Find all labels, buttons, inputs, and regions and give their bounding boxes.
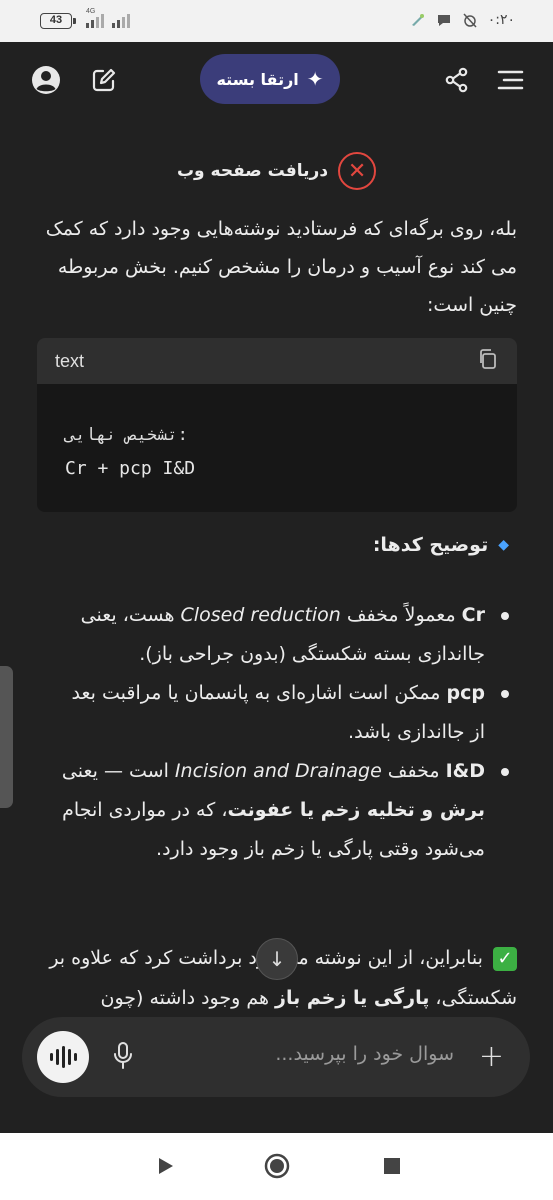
status-left: 43 4G — [40, 8, 130, 29]
message-composer[interactable]: + سوال خود را بپرسید... — [22, 1017, 530, 1097]
code-line-1: تشخیص نهایی: — [65, 425, 188, 445]
conversation[interactable]: ✕ دریافت صفحه وب بله، روی برگه‌ای که فرس… — [0, 118, 553, 1018]
list-item: pcp ممکن است اشاره‌ای به پانسمان یا مراق… — [55, 674, 509, 752]
system-nav-bar — [0, 1133, 553, 1200]
item-text: مخفف — [381, 760, 446, 782]
copy-icon[interactable] — [477, 348, 499, 374]
sparkle-icon: ✦ — [306, 67, 324, 91]
menu-icon[interactable] — [494, 64, 526, 96]
conclusion-bold: پارگی یا زخم باز — [275, 987, 430, 1009]
section-heading: ◆ توضیح کدها: — [373, 534, 509, 556]
home-icon[interactable] — [264, 1153, 290, 1179]
status-bar: 43 4G ۰:۲۰ — [0, 0, 553, 42]
item-text: است — یعنی — [61, 760, 175, 782]
clock: ۰:۲۰ — [487, 12, 515, 28]
recents-icon[interactable] — [379, 1153, 405, 1179]
web-fetch-label: دریافت صفحه وب — [176, 161, 329, 181]
network-type: 4G — [86, 8, 96, 15]
arrow-down-icon: ↓ — [268, 947, 286, 971]
item-italic: Closed reduction — [180, 604, 341, 626]
web-fetch-status[interactable]: ✕ دریافت صفحه وب — [0, 146, 553, 196]
cell-signal-2-icon — [112, 14, 130, 28]
back-icon[interactable] — [152, 1153, 178, 1179]
battery-icon: 43 — [40, 13, 76, 29]
item-text: معمولاً مخفف — [340, 604, 462, 626]
term: pcp — [446, 682, 485, 704]
scroll-down-button[interactable]: ↓ — [256, 938, 298, 980]
chat-bubble-icon — [437, 15, 450, 26]
voice-mode-button[interactable] — [37, 1031, 89, 1083]
bullet-list: Cr معمولاً مخفف Closed reduction هست، یع… — [55, 596, 509, 869]
plus-icon[interactable]: + — [479, 1039, 504, 1075]
code-language: text — [55, 350, 85, 371]
item-text: ممکن است اشاره‌ای به پانسمان یا مراقبت ب… — [71, 682, 485, 743]
share-icon[interactable] — [441, 64, 473, 96]
profile-icon[interactable] — [30, 64, 62, 96]
item-italic: Incision and Drainage — [174, 760, 382, 782]
error-x-icon: ✕ — [338, 152, 377, 190]
prompt-input[interactable]: سوال خود را بپرسید... — [275, 1043, 454, 1065]
diamond-icon: ◆ — [498, 537, 509, 553]
upgrade-button[interactable]: ✦ ارتقا بسته — [200, 54, 340, 104]
check-icon: ✓ — [493, 946, 517, 971]
code-header: text — [37, 338, 517, 384]
term: Cr — [461, 604, 485, 626]
code-block: text تشخیص نهایی: Cr + pcp I&D — [37, 338, 517, 512]
conclusion-text: هم وجود داشته (چون — [100, 987, 276, 1009]
app-notification-icon — [411, 14, 424, 26]
list-item: I&D مخفف Incision and Drainage است — یعن… — [55, 752, 509, 869]
code-content: تشخیص نهایی: Cr + pcp I&D — [37, 384, 517, 486]
item-bold: برش و تخلیه زخم یا عفونت — [227, 799, 485, 821]
edge-handle[interactable] — [0, 666, 13, 808]
list-item: Cr معمولاً مخفف Closed reduction هست، یع… — [55, 596, 509, 674]
alarm-off-icon — [463, 13, 477, 28]
battery-level: 43 — [49, 14, 63, 26]
app-header: ✦ ارتقا بسته — [0, 42, 553, 118]
mic-icon[interactable] — [112, 1041, 134, 1075]
heading-text: توضیح کدها: — [372, 534, 489, 556]
code-line-2: Cr + pcp I&D — [65, 458, 196, 479]
upgrade-label: ارتقا بسته — [216, 69, 299, 89]
term: I&D — [445, 760, 485, 782]
new-chat-icon[interactable] — [88, 64, 120, 96]
status-right: ۰:۲۰ — [410, 12, 515, 28]
intro-paragraph: بله، روی برگه‌ای که فرستادید نوشته‌هایی … — [45, 218, 517, 316]
cell-signal-icon: 4G — [86, 8, 104, 28]
